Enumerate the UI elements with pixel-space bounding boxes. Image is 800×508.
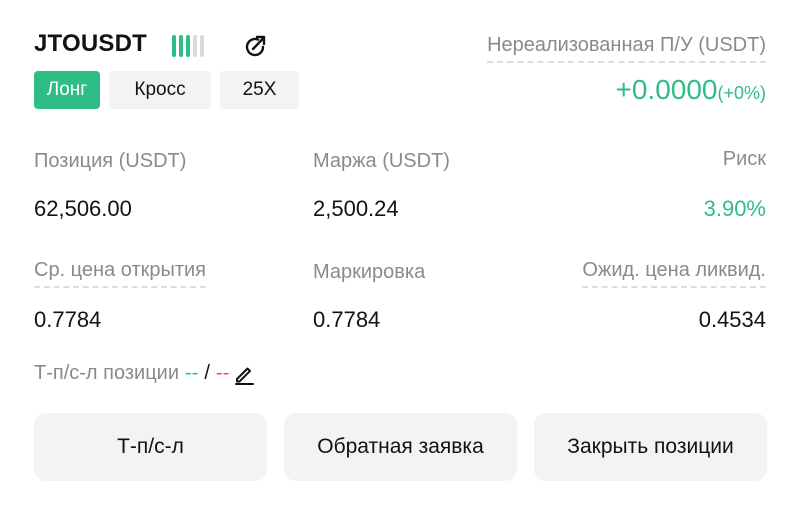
close-position-button[interactable]: Закрыть позиции bbox=[534, 413, 767, 481]
mark-price-label: Маркировка bbox=[313, 261, 426, 283]
margin-value: 2,500.24 bbox=[313, 196, 399, 221]
risk-value: 3.90% bbox=[703, 196, 766, 221]
risk-label: Риск bbox=[722, 148, 766, 170]
unrealized-pnl-amount: +0.0000 bbox=[615, 74, 718, 105]
unrealized-pnl-label[interactable]: Нереализованная П/У (USDT) bbox=[487, 34, 766, 63]
pencil-icon[interactable] bbox=[233, 363, 255, 385]
position-tpsl-row: Т-п/с-л позиции -- / -- bbox=[34, 362, 255, 385]
margin-label: Маржа (USDT) bbox=[313, 150, 450, 172]
signal-bar bbox=[200, 35, 204, 57]
tpsl-separator: / bbox=[204, 362, 210, 384]
position-size-value: 62,506.00 bbox=[34, 196, 132, 221]
take-profit-value: -- bbox=[185, 362, 199, 384]
mark-price-value: 0.7784 bbox=[313, 307, 381, 332]
signal-bar bbox=[179, 35, 183, 57]
symbol-title[interactable]: JTOUSDT bbox=[34, 30, 147, 58]
signal-bar bbox=[172, 35, 176, 57]
signal-bar bbox=[186, 35, 190, 57]
liquidation-price-value: 0.4534 bbox=[698, 307, 766, 332]
share-refresh-icon[interactable] bbox=[241, 33, 269, 61]
signal-strength-icon bbox=[172, 35, 204, 57]
leverage-badge[interactable]: 25X bbox=[220, 71, 299, 109]
position-size-label: Позиция (USDT) bbox=[34, 150, 187, 172]
unrealized-pnl-value: +0.0000(+0%) bbox=[615, 74, 766, 106]
side-badge-long: Лонг bbox=[34, 71, 100, 109]
reverse-order-button[interactable]: Обратная заявка bbox=[284, 413, 517, 481]
tpsl-label: Т-п/с-л позиции bbox=[34, 362, 180, 384]
unrealized-pnl-percent: (+0%) bbox=[717, 83, 766, 103]
tpsl-button[interactable]: Т-п/с-л bbox=[34, 413, 267, 481]
signal-bar bbox=[193, 35, 197, 57]
margin-mode-badge[interactable]: Кросс bbox=[109, 71, 211, 109]
stop-loss-value: -- bbox=[215, 362, 230, 384]
liquidation-price-label[interactable]: Ожид. цена ликвид. bbox=[582, 259, 766, 288]
avg-open-price-label[interactable]: Ср. цена открытия bbox=[34, 259, 207, 288]
avg-open-price-value: 0.7784 bbox=[34, 307, 102, 332]
